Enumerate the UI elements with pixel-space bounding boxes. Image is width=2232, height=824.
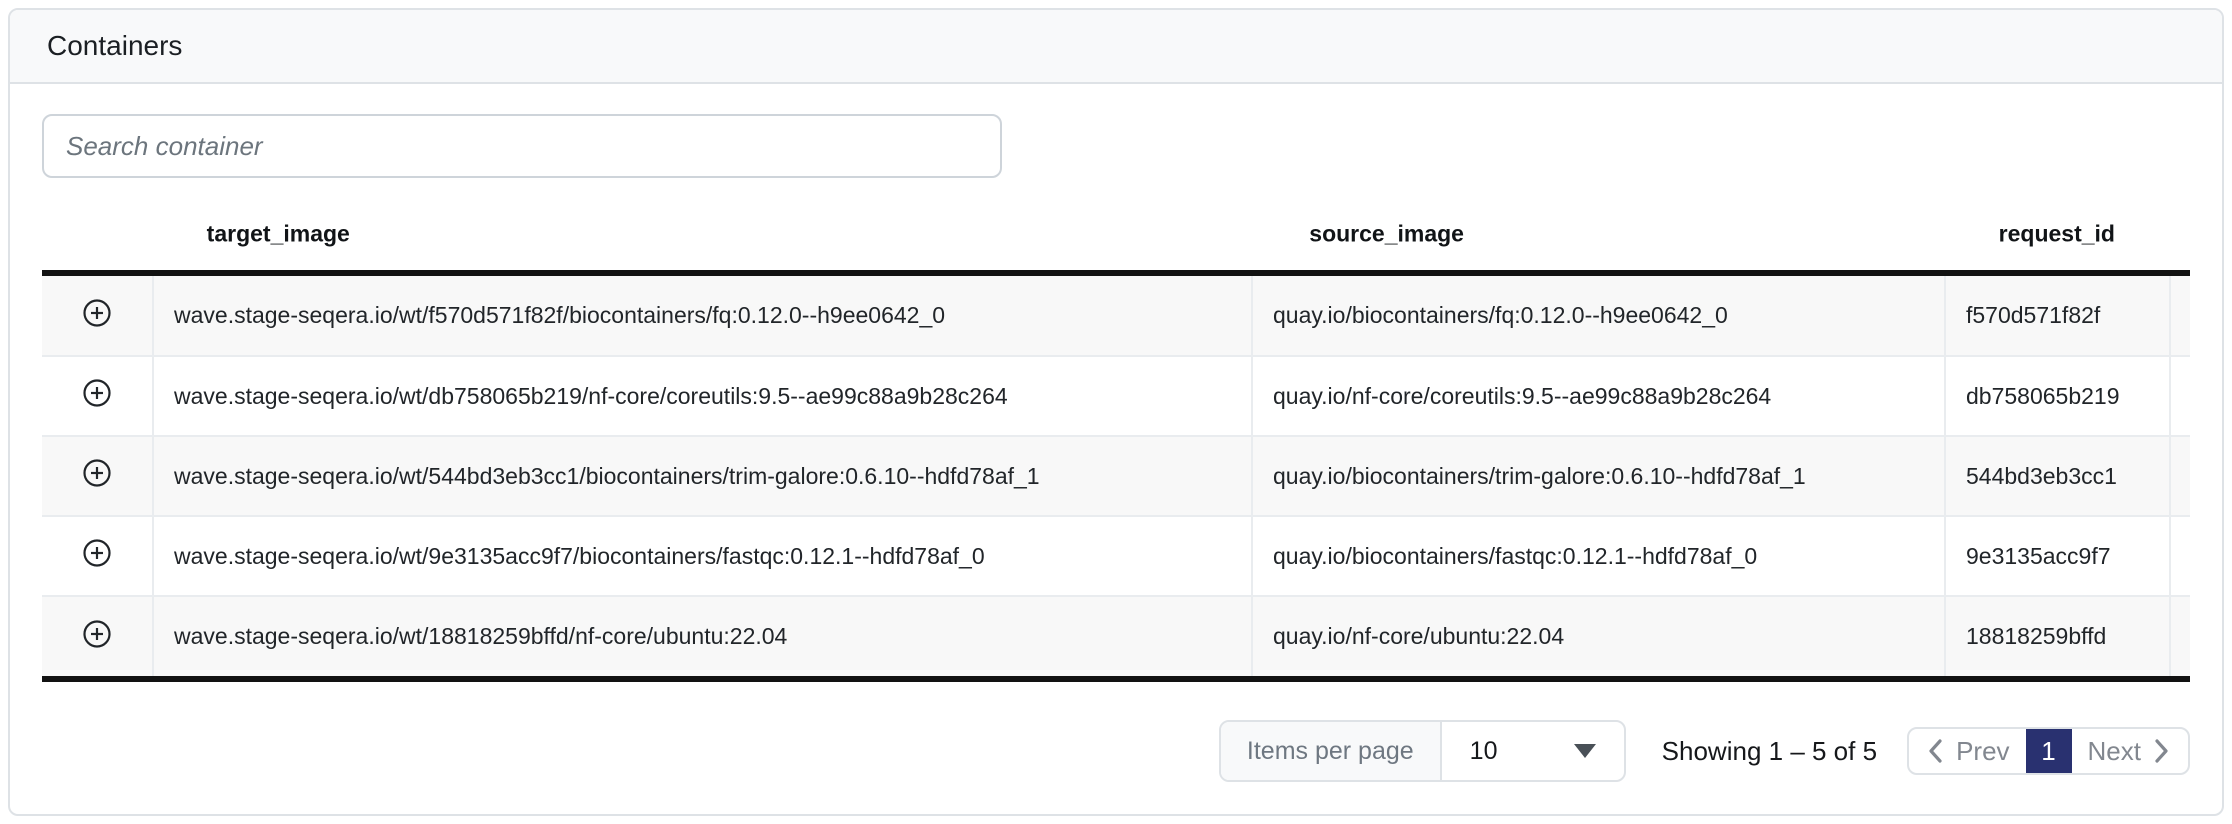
plus-circle-icon: [81, 457, 113, 489]
table-row[interactable]: wave.stage-seqera.io/wt/544bd3eb3cc1/bio…: [42, 436, 2190, 516]
extra-cell: [2170, 596, 2190, 676]
plus-circle-icon: [81, 297, 113, 329]
expand-row-button[interactable]: [81, 537, 113, 569]
containers-table-viewport: wave.stage-seqera.io/wt/f570d571f82f/bio…: [42, 270, 2190, 682]
request-id-cell: 544bd3eb3cc1: [1945, 436, 2170, 516]
source-image-cell: quay.io/biocontainers/fastqc:0.12.1--hdf…: [1252, 516, 1945, 596]
target-image-cell: wave.stage-seqera.io/wt/f570d571f82f/bio…: [153, 276, 1252, 356]
request-id-cell: db758065b219: [1945, 356, 2170, 436]
table-header-row: target_image source_image request_id: [42, 198, 2190, 270]
column-header-source-image: source_image: [1309, 221, 1464, 248]
chevron-right-icon: [2153, 737, 2170, 765]
page-title: Containers: [47, 30, 182, 62]
extra-cell: [2170, 436, 2190, 516]
expand-cell: [42, 516, 153, 596]
containers-panel: Containers target_image source_image req…: [8, 8, 2224, 816]
expand-cell: [42, 356, 153, 436]
expand-row-button[interactable]: [81, 618, 113, 650]
containers-table: wave.stage-seqera.io/wt/f570d571f82f/bio…: [42, 276, 2190, 676]
target-image-cell: wave.stage-seqera.io/wt/db758065b219/nf-…: [153, 356, 1252, 436]
chevron-left-icon: [1927, 737, 1944, 765]
items-per-page-select[interactable]: 10: [1442, 722, 1624, 780]
table-row[interactable]: wave.stage-seqera.io/wt/f570d571f82f/bio…: [42, 276, 2190, 356]
expand-cell: [42, 436, 153, 516]
expand-row-button[interactable]: [81, 297, 113, 329]
source-image-cell: quay.io/biocontainers/fq:0.12.0--h9ee064…: [1252, 276, 1945, 356]
plus-circle-icon: [81, 537, 113, 569]
pagination: Prev 1 Next: [1907, 727, 2190, 775]
extra-cell: [2170, 276, 2190, 356]
table-row[interactable]: wave.stage-seqera.io/wt/db758065b219/nf-…: [42, 356, 2190, 436]
target-image-cell: wave.stage-seqera.io/wt/9e3135acc9f7/bio…: [153, 516, 1252, 596]
current-page-button[interactable]: 1: [2026, 729, 2072, 773]
table-body: wave.stage-seqera.io/wt/f570d571f82f/bio…: [42, 276, 2190, 676]
showing-range-text: Showing 1 – 5 of 5: [1662, 736, 1877, 767]
table-row[interactable]: wave.stage-seqera.io/wt/18818259bffd/nf-…: [42, 596, 2190, 676]
source-image-cell: quay.io/nf-core/coreutils:9.5--ae99c88a9…: [1252, 356, 1945, 436]
table-footer: Items per page 10 Showing 1 – 5 of 5 Pre…: [42, 720, 2190, 782]
request-id-cell: 18818259bffd: [1945, 596, 2170, 676]
next-page-button[interactable]: Next: [2088, 736, 2170, 767]
target-image-cell: wave.stage-seqera.io/wt/18818259bffd/nf-…: [153, 596, 1252, 676]
source-image-cell: quay.io/biocontainers/trim-galore:0.6.10…: [1252, 436, 1945, 516]
plus-circle-icon: [81, 618, 113, 650]
expand-cell: [42, 276, 153, 356]
prev-page-label: Prev: [1956, 736, 2009, 767]
chevron-down-icon: [1574, 744, 1596, 758]
panel-body: target_image source_image request_id: [10, 84, 2222, 814]
plus-circle-icon: [81, 377, 113, 409]
extra-cell: [2170, 516, 2190, 596]
request-id-cell: 9e3135acc9f7: [1945, 516, 2170, 596]
expand-row-button[interactable]: [81, 457, 113, 489]
column-header-target-image: target_image: [207, 221, 350, 248]
panel-header: Containers: [10, 10, 2222, 84]
column-header-request-id: request_id: [1999, 221, 2115, 248]
request-id-cell: f570d571f82f: [1945, 276, 2170, 356]
source-image-cell: quay.io/nf-core/ubuntu:22.04: [1252, 596, 1945, 676]
items-per-page-label: Items per page: [1221, 722, 1442, 780]
search-input[interactable]: [42, 114, 1002, 178]
expand-row-button[interactable]: [81, 377, 113, 409]
expand-cell: [42, 596, 153, 676]
items-per-page-value: 10: [1470, 737, 1498, 766]
items-per-page-control: Items per page 10: [1219, 720, 1626, 782]
table-row[interactable]: wave.stage-seqera.io/wt/9e3135acc9f7/bio…: [42, 516, 2190, 596]
next-page-label: Next: [2088, 736, 2141, 767]
prev-page-button[interactable]: Prev: [1927, 736, 2009, 767]
extra-cell: [2170, 356, 2190, 436]
target-image-cell: wave.stage-seqera.io/wt/544bd3eb3cc1/bio…: [153, 436, 1252, 516]
